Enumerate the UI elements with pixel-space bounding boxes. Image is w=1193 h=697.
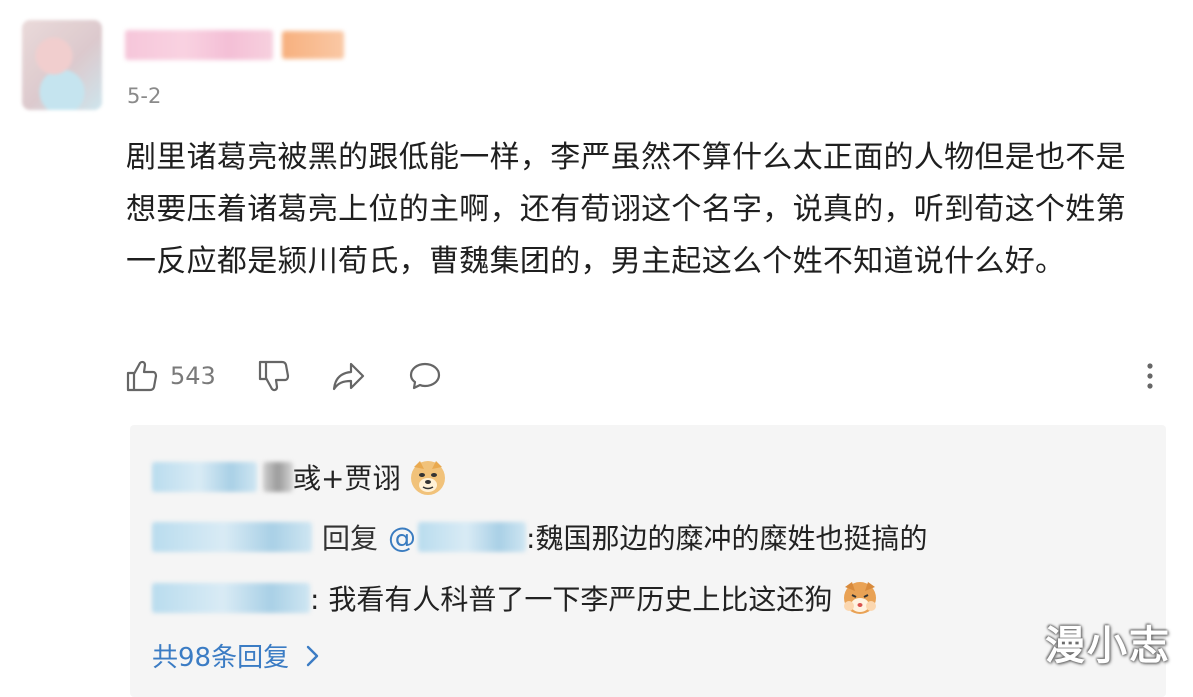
username-redacted[interactable] xyxy=(125,30,273,60)
thumbs-down-icon xyxy=(258,360,290,392)
more-vert-icon xyxy=(1147,363,1153,389)
comment-actions: 543 xyxy=(124,356,1164,396)
like-button[interactable]: 543 xyxy=(124,356,216,396)
doge-emoji-icon xyxy=(411,461,446,495)
reply-preview-panel: 彧+贾诩 回复 @ :魏国那边的糜冲的糜姓也挺搞的 : 我看有人科普了一下李严历… xyxy=(130,425,1166,697)
reply-author-redacted[interactable] xyxy=(152,522,312,552)
share-icon xyxy=(332,362,365,391)
view-all-replies-link[interactable]: 共98条回复 xyxy=(152,637,325,674)
reply-author-redacted[interactable] xyxy=(152,462,257,492)
reply-button[interactable] xyxy=(407,356,443,396)
dislike-button[interactable] xyxy=(256,356,292,396)
like-count: 543 xyxy=(170,362,216,390)
reply-count-label: 共98条回复 xyxy=(152,643,290,673)
more-options-button[interactable] xyxy=(1132,356,1168,396)
reply-label: 回复 xyxy=(322,522,379,555)
avatar[interactable] xyxy=(22,20,102,110)
mentioned-user-redacted[interactable] xyxy=(418,522,527,552)
chevron-right-icon xyxy=(306,645,319,666)
comment-icon xyxy=(409,362,441,390)
watermark-text: 漫小志 xyxy=(1045,623,1171,669)
reply-text: 彧+贾诩 xyxy=(293,462,401,495)
comment-body: 剧里诸葛亮被黑的跟低能一样，李严虽然不算什么太正面的人物但是也不是想要压着诸葛亮… xyxy=(126,140,1126,279)
reply-item[interactable]: 彧+贾诩 xyxy=(152,457,448,497)
user-badge-redacted xyxy=(282,31,344,59)
reply-text: : 我看有人科普了一下李严历史上比这还狗 xyxy=(310,583,833,616)
redacted-text xyxy=(263,462,293,492)
comment-date: 5-2 xyxy=(127,84,162,108)
share-button[interactable] xyxy=(331,356,367,396)
reply-item[interactable]: 回复 @ :魏国那边的糜冲的糜姓也挺搞的 xyxy=(152,517,927,557)
shiba-emoji-icon xyxy=(844,582,877,614)
mention-link[interactable]: @ xyxy=(388,521,416,554)
reply-item[interactable]: : 我看有人科普了一下李严历史上比这还狗 xyxy=(152,578,880,618)
reply-author-redacted[interactable] xyxy=(152,583,310,613)
reply-text: :魏国那边的糜冲的糜姓也挺搞的 xyxy=(526,522,928,555)
thumbs-up-icon xyxy=(126,360,158,392)
